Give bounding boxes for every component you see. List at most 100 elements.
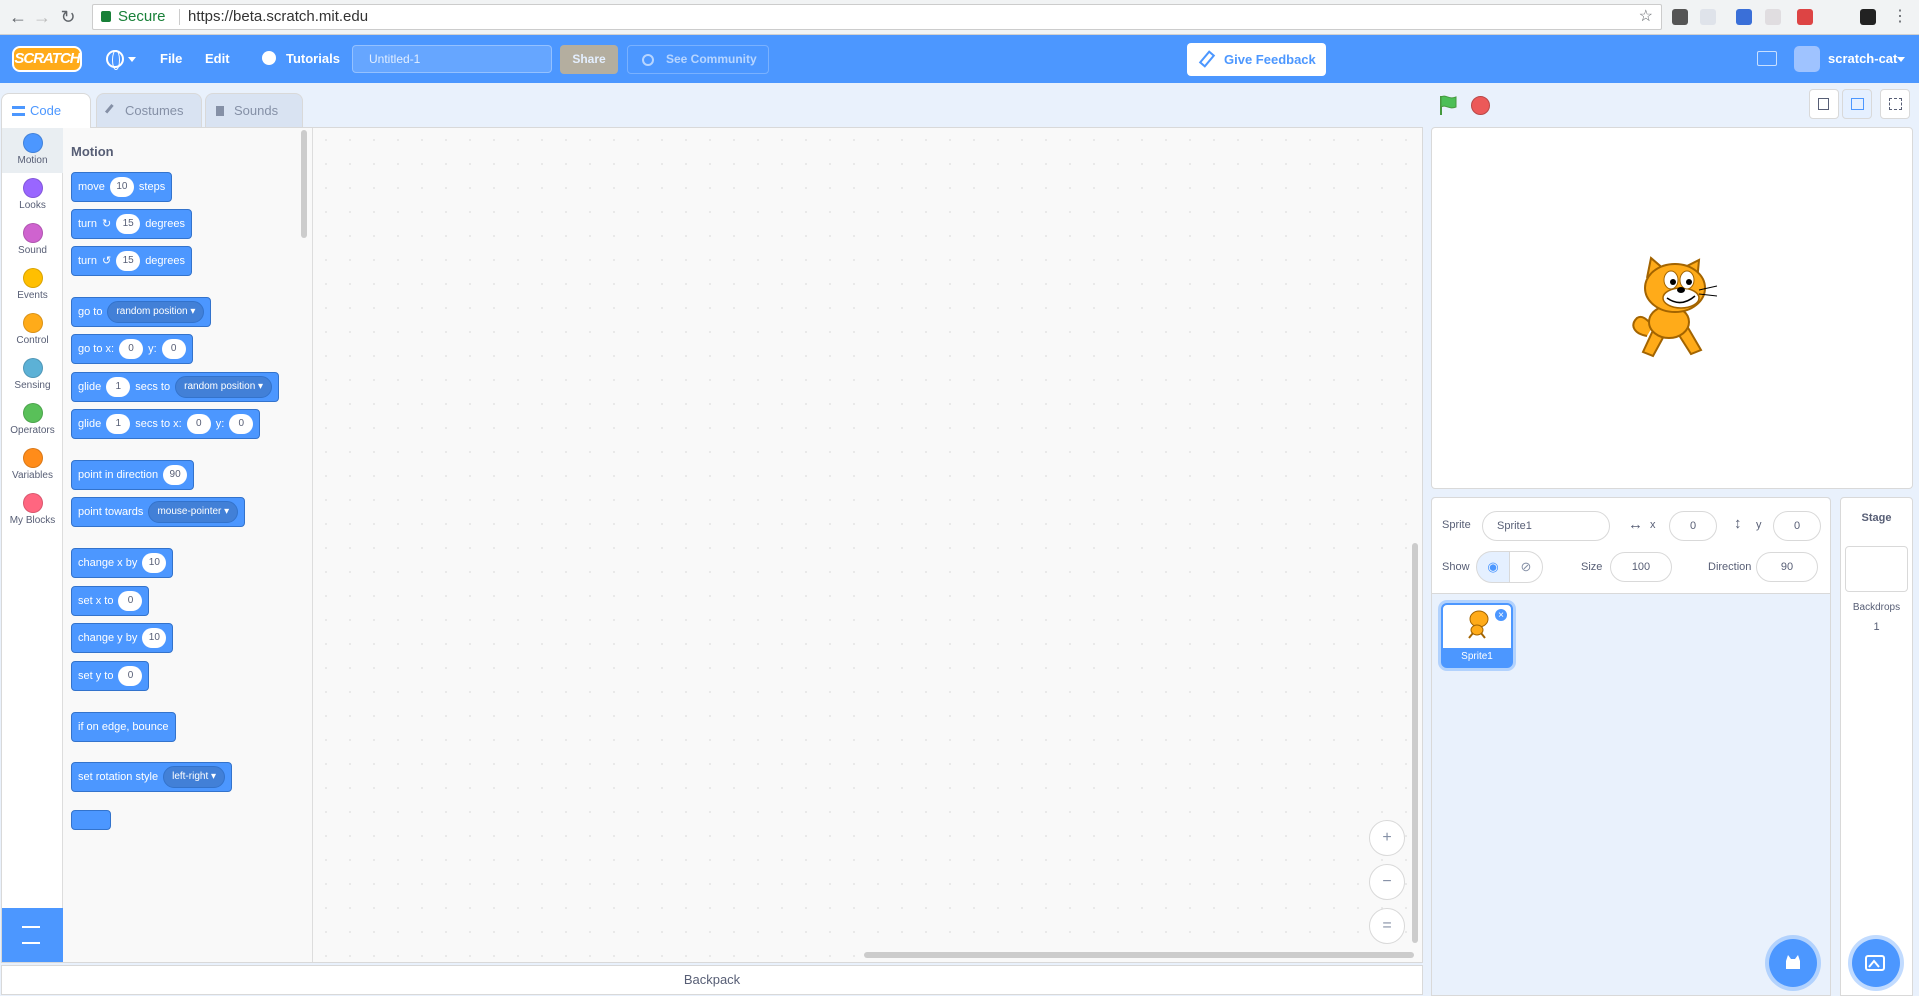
y-input[interactable]: 0: [161, 339, 186, 359]
size-input[interactable]: 100: [1610, 552, 1672, 582]
tab-costumes[interactable]: Costumes: [96, 93, 202, 127]
delete-sprite-icon[interactable]: ×: [1494, 608, 1508, 622]
direction-input[interactable]: 90: [163, 465, 188, 485]
category-operators[interactable]: Operators: [2, 398, 63, 443]
back-icon[interactable]: ←: [6, 5, 30, 29]
block-glide-to[interactable]: glide 1 secs to random position: [71, 372, 280, 402]
x-input[interactable]: 0: [119, 339, 144, 359]
steps-input[interactable]: 10: [109, 177, 134, 197]
block-set-rotation-style[interactable]: set rotation style left-right: [71, 762, 233, 792]
block-bounce[interactable]: if on edge, bounce: [71, 712, 176, 742]
tab-sounds[interactable]: Sounds: [205, 93, 303, 127]
category-control[interactable]: Control: [2, 308, 63, 353]
my-stuff-folder-icon[interactable]: [1757, 51, 1777, 66]
zoom-out-icon[interactable]: −: [1369, 864, 1405, 900]
forward-icon[interactable]: →: [30, 5, 54, 29]
degrees-input[interactable]: 15: [116, 214, 141, 234]
y-input[interactable]: 0: [229, 414, 254, 434]
account-caret-icon[interactable]: [1897, 57, 1905, 62]
category-motion[interactable]: Motion: [2, 128, 63, 173]
add-backdrop-button[interactable]: [1852, 939, 1900, 987]
category-looks[interactable]: Looks: [2, 173, 63, 218]
towards-dropdown[interactable]: mouse-pointer: [148, 501, 239, 523]
tab-code[interactable]: Code: [1, 93, 91, 128]
small-stage-button[interactable]: [1809, 89, 1839, 119]
category-my-blocks[interactable]: My Blocks: [2, 488, 63, 533]
block-go-to-xy[interactable]: go to x: 0 y: 0: [71, 334, 193, 364]
scratch-logo[interactable]: SCRATCH: [12, 46, 82, 72]
username[interactable]: scratch-cat: [1828, 35, 1897, 83]
block-go-to[interactable]: go to random position: [71, 297, 212, 327]
extension-grey-icon[interactable]: [1765, 9, 1781, 25]
browser-menu-icon[interactable]: ⋮: [1888, 5, 1912, 29]
sprite-thumbnail[interactable]: × Sprite1: [1441, 603, 1513, 668]
address-bar[interactable]: Secure https://beta.scratch.mit.edu ☆: [92, 4, 1662, 30]
block-set-x[interactable]: set x to 0: [71, 586, 150, 616]
rotation-style-dropdown[interactable]: left-right: [163, 766, 226, 788]
category-sensing[interactable]: Sensing: [2, 353, 63, 398]
block-turn-right[interactable]: turn ↻ 15 degrees: [71, 209, 192, 239]
large-stage-button[interactable]: [1842, 89, 1872, 119]
block-turn-left[interactable]: turn ↺ 15 degrees: [71, 246, 192, 276]
vertical-scrollbar[interactable]: [1412, 543, 1418, 943]
dx-input[interactable]: 10: [142, 553, 167, 573]
zoom-in-icon[interactable]: +: [1369, 820, 1405, 856]
green-flag-icon[interactable]: [1437, 94, 1459, 116]
fullscreen-button[interactable]: [1880, 89, 1910, 119]
block-set-y[interactable]: set y to 0: [71, 661, 150, 691]
category-variables[interactable]: Variables: [2, 443, 63, 488]
share-button[interactable]: Share: [560, 45, 618, 74]
block-glide-to-xy[interactable]: glide 1 secs to x: 0 y: 0: [71, 409, 261, 439]
bookmark-star-icon[interactable]: ☆: [1639, 5, 1653, 29]
backpack[interactable]: Backpack: [1, 965, 1423, 995]
direction-input[interactable]: 90: [1756, 552, 1818, 582]
y-position-input[interactable]: 0: [1773, 511, 1821, 541]
secs-input[interactable]: 1: [106, 377, 131, 397]
tutorials-button[interactable]: Tutorials: [286, 35, 340, 83]
language-globe-icon[interactable]: [106, 50, 124, 70]
block-change-x[interactable]: change x by 10: [71, 548, 174, 578]
block-change-y[interactable]: change y by 10: [71, 623, 174, 653]
see-community-button[interactable]: See Community: [627, 45, 769, 74]
category-sound[interactable]: Sound: [2, 218, 63, 263]
stop-icon[interactable]: [1471, 96, 1490, 115]
add-extension-button[interactable]: [2, 908, 63, 962]
show-eye-icon[interactable]: ◉: [1476, 551, 1510, 583]
extension-diamond-icon[interactable]: [1736, 9, 1752, 25]
hide-eye-icon[interactable]: ⊘: [1509, 551, 1543, 583]
x-position-input[interactable]: 0: [1669, 511, 1717, 541]
block-point-towards[interactable]: point towards mouse-pointer: [71, 497, 246, 527]
horizontal-scrollbar[interactable]: [864, 952, 1414, 958]
dy-input[interactable]: 10: [142, 628, 167, 648]
project-title-input[interactable]: Untitled-1: [352, 45, 552, 73]
stage-canvas[interactable]: [1431, 127, 1913, 489]
x-input[interactable]: 0: [186, 414, 211, 434]
sprite-name-input[interactable]: Sprite1: [1482, 511, 1610, 541]
add-sprite-button[interactable]: [1769, 939, 1817, 987]
x-input[interactable]: 0: [118, 591, 143, 611]
edit-menu[interactable]: Edit: [205, 35, 230, 83]
block-point-in-direction[interactable]: point in direction 90: [71, 460, 195, 490]
scripts-area[interactable]: + − =: [314, 128, 1422, 962]
extension-shield-icon[interactable]: [1700, 9, 1716, 25]
category-events[interactable]: Events: [2, 263, 63, 308]
target-dropdown[interactable]: random position: [175, 376, 273, 398]
block-move-steps[interactable]: move 10 steps: [71, 172, 173, 202]
target-dropdown[interactable]: random position: [107, 301, 205, 323]
scratch-cat-sprite[interactable]: [1625, 256, 1721, 362]
file-menu[interactable]: File: [160, 35, 182, 83]
secs-input[interactable]: 1: [106, 414, 131, 434]
stage-thumbnail[interactable]: [1845, 546, 1908, 592]
stage-selector[interactable]: Stage Backdrops 1: [1840, 497, 1913, 996]
block-partial[interactable]: [71, 810, 111, 830]
zoom-reset-icon[interactable]: =: [1369, 908, 1405, 944]
degrees-input[interactable]: 15: [116, 251, 141, 271]
extension-pocket-icon[interactable]: [1672, 9, 1688, 25]
avatar[interactable]: [1794, 46, 1820, 72]
url-text[interactable]: https://beta.scratch.mit.edu: [188, 5, 368, 29]
give-feedback-button[interactable]: Give Feedback: [1187, 43, 1326, 76]
reload-icon[interactable]: ↻: [56, 5, 80, 29]
extension-react-icon[interactable]: [1860, 9, 1876, 25]
y-input[interactable]: 0: [118, 666, 143, 686]
extension-red-icon[interactable]: [1797, 9, 1813, 25]
